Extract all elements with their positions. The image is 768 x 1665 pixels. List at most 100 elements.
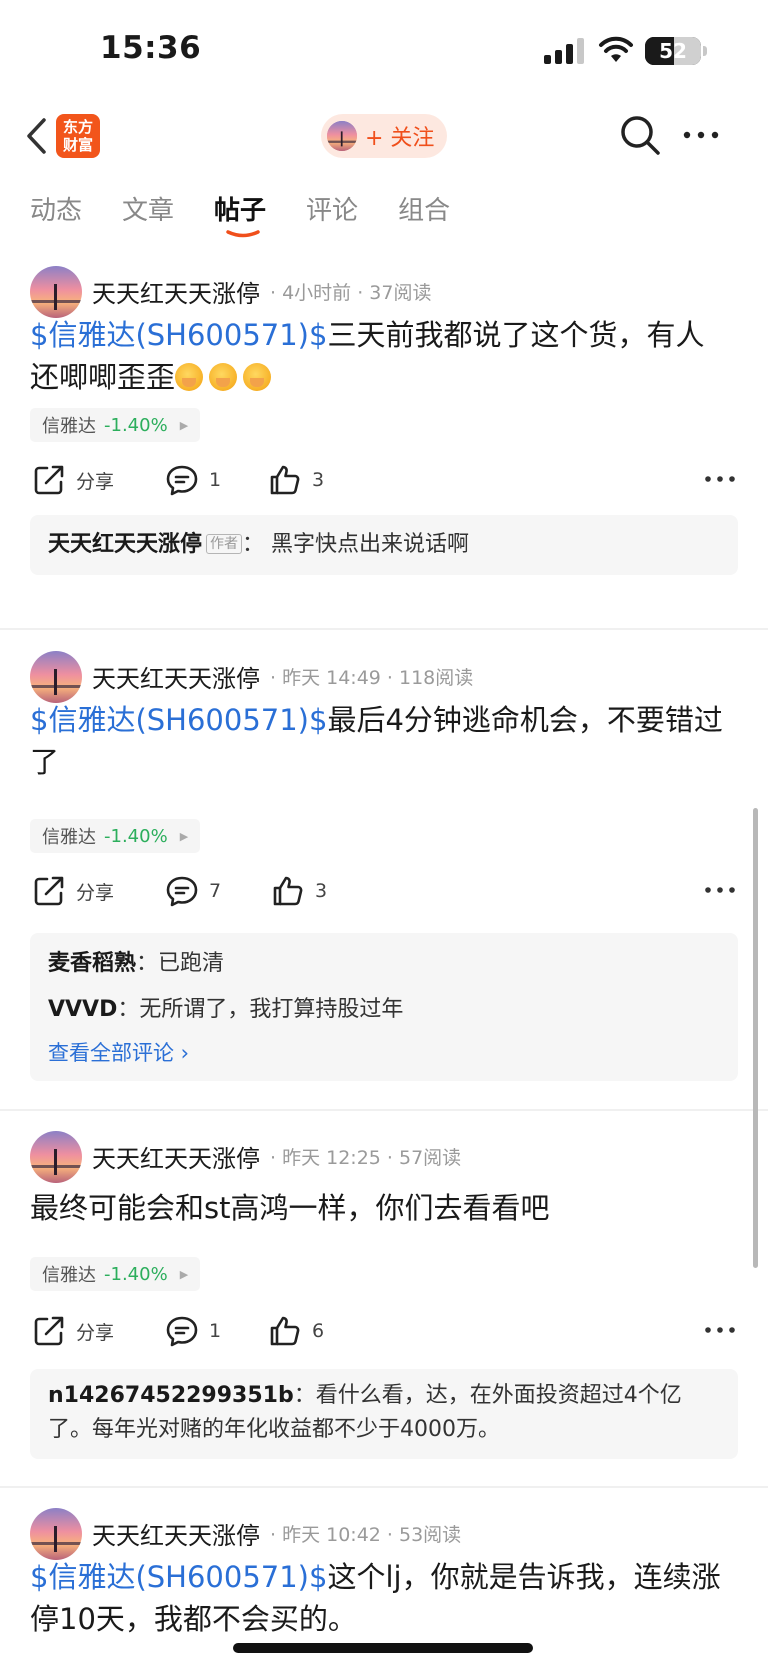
search-icon[interactable] (619, 114, 661, 156)
author-avatar-small (327, 121, 357, 151)
scrollbar[interactable] (753, 808, 758, 1268)
post-meta: · 昨天 14:49 · 118阅读 (270, 666, 474, 689)
divider (0, 1109, 768, 1111)
comment-preview[interactable]: n14267452299351b：看什么看，达，在外面投资超过4个亿了。每年光对… (30, 1369, 738, 1459)
tab-articles[interactable]: 文章 (122, 190, 174, 240)
stock-link[interactable]: $信雅达(SH600571)$ (30, 703, 327, 737)
post-actions: 分享 1 6 (0, 1311, 768, 1351)
stock-link[interactable]: $信雅达(SH600571)$ (30, 318, 327, 352)
post-text[interactable]: $信雅达(SH600571)$三天前我都说了这个货，有人还唧唧歪歪 (30, 314, 730, 398)
profile-tabs: 动态 文章 帖子 评论 组合 (30, 190, 490, 240)
more-options-icon[interactable] (682, 122, 720, 148)
author-line: 天天红天天涨停 · 4小时前 · 37阅读 (92, 274, 432, 309)
share-button[interactable]: 分享 (32, 460, 114, 500)
comment-item: VVVD：无所谓了，我打算持股过年 (48, 987, 720, 1033)
play-arrow-icon: ▶ (179, 829, 189, 843)
like-button[interactable]: 3 (268, 460, 324, 500)
tab-dynamic[interactable]: 动态 (30, 190, 82, 240)
comment-button[interactable]: 1 (165, 1311, 221, 1351)
view-all-comments-link[interactable]: 查看全部评论 › (48, 1033, 720, 1073)
comment-icon (166, 465, 198, 496)
follow-button[interactable]: + 关注 (321, 114, 447, 158)
post-card[interactable]: 天天红天天涨停 · 昨天 14:49 · 118阅读 $信雅达(SH600571… (0, 635, 768, 1105)
wifi-icon (599, 36, 633, 62)
avatar[interactable] (30, 1508, 82, 1560)
post-meta: · 昨天 10:42 · 53阅读 (270, 1523, 462, 1546)
comment-button[interactable]: 1 (165, 460, 221, 500)
battery-icon: 52 (645, 37, 701, 65)
comment-text: ：已跑清 (136, 951, 225, 976)
post-actions: 分享 7 3 (0, 871, 768, 911)
author-line: 天天红天天涨停 · 昨天 12:25 · 57阅读 (92, 1139, 462, 1174)
share-icon (34, 1316, 64, 1346)
divider (0, 1486, 768, 1488)
status-bar: 15:36 52 (0, 0, 768, 100)
play-arrow-icon: ▶ (179, 418, 189, 432)
active-tab-indicator (226, 230, 260, 238)
comment-item: n14267452299351b：看什么看，达，在外面投资超过4个亿了。每年光对… (48, 1379, 720, 1447)
share-button[interactable]: 分享 (32, 1311, 114, 1351)
avatar[interactable] (30, 651, 82, 703)
emoji-icon (209, 363, 238, 391)
post-card[interactable]: 天天红天天涨停 · 4小时前 · 37阅读 $信雅达(SH600571)$三天前… (0, 250, 768, 620)
comment-button[interactable]: 7 (165, 871, 221, 911)
comment-text: ： 黑字快点出来说话啊 (242, 532, 470, 557)
home-indicator[interactable] (233, 1643, 533, 1653)
comment-item: 天天红天天涨停 作者： 黑字快点出来说话啊 (48, 523, 720, 567)
back-arrow-icon[interactable] (24, 116, 48, 156)
comment-item: 麦香稻熟：已跑清 (48, 941, 720, 987)
author-name[interactable]: 天天红天天涨停 (92, 659, 260, 694)
author-name[interactable]: 天天红天天涨停 (92, 274, 260, 309)
post-actions: 分享 1 3 (0, 460, 768, 500)
post-more-icon[interactable] (704, 879, 736, 901)
post-text[interactable]: $信雅达(SH600571)$这个lj，你就是告诉我，连续涨停10天，我都不会买… (30, 1556, 730, 1640)
tab-portfolio[interactable]: 组合 (398, 190, 450, 240)
post-text[interactable]: $信雅达(SH600571)$最后4分钟逃命机会，不要错过了 (30, 699, 730, 783)
follow-label: + 关注 (365, 126, 435, 151)
comment-text: ：无所谓了，我打算持股过年 (117, 997, 404, 1022)
stock-tag[interactable]: 信雅达 -1.40% ▶ (30, 408, 201, 442)
share-icon (34, 876, 64, 906)
comment-author[interactable]: VVVD (48, 997, 117, 1022)
status-time: 15:36 (100, 30, 202, 66)
tab-comments[interactable]: 评论 (306, 190, 358, 240)
post-more-icon[interactable] (704, 468, 736, 490)
comment-icon (166, 876, 198, 907)
stock-tag[interactable]: 信雅达 -1.40% ▶ (30, 1257, 201, 1291)
comment-author[interactable]: 天天红天天涨停 (48, 532, 202, 557)
thumbs-up-icon (273, 876, 303, 906)
stock-link[interactable]: $信雅达(SH600571)$ (30, 1560, 327, 1594)
share-button[interactable]: 分享 (32, 871, 114, 911)
avatar[interactable] (30, 1131, 82, 1183)
post-card[interactable]: 天天红天天涨停 · 昨天 12:25 · 57阅读 最终可能会和st高鸿一样，你… (0, 1115, 768, 1485)
comment-icon (166, 1316, 198, 1347)
post-more-icon[interactable] (704, 1319, 736, 1341)
battery-tip (703, 46, 707, 56)
app-logo[interactable]: 东方 财富 (56, 114, 100, 158)
like-button[interactable]: 6 (268, 1311, 324, 1351)
cellular-signal-icon (544, 38, 584, 64)
comment-author[interactable]: n14267452299351b (48, 1383, 294, 1408)
thumbs-up-icon (270, 1316, 300, 1346)
avatar[interactable] (30, 266, 82, 318)
post-meta: · 昨天 12:25 · 57阅读 (270, 1146, 462, 1169)
battery-level: 52 (659, 39, 687, 63)
author-line: 天天红天天涨停 · 昨天 10:42 · 53阅读 (92, 1516, 462, 1551)
emoji-icon (243, 363, 272, 391)
comment-preview[interactable]: 天天红天天涨停 作者： 黑字快点出来说话啊 (30, 515, 738, 575)
post-meta: · 4小时前 · 37阅读 (270, 281, 432, 304)
author-name[interactable]: 天天红天天涨停 (92, 1139, 260, 1174)
stock-tag[interactable]: 信雅达 -1.40% ▶ (30, 819, 201, 853)
post-text[interactable]: 最终可能会和st高鸿一样，你们去看看吧 (30, 1187, 730, 1229)
author-badge: 作者 (206, 534, 243, 554)
post-card[interactable]: 天天红天天涨停 · 昨天 10:42 · 53阅读 $信雅达(SH600571)… (0, 1492, 768, 1665)
comment-preview[interactable]: 麦香稻熟：已跑清 VVVD：无所谓了，我打算持股过年 查看全部评论 › (30, 933, 738, 1081)
comment-author[interactable]: 麦香稻熟 (48, 951, 136, 976)
play-arrow-icon: ▶ (179, 1267, 189, 1281)
emoji-icon (175, 363, 204, 391)
author-line: 天天红天天涨停 · 昨天 14:49 · 118阅读 (92, 659, 474, 694)
tab-posts[interactable]: 帖子 (214, 190, 266, 240)
divider (0, 628, 768, 630)
author-name[interactable]: 天天红天天涨停 (92, 1516, 260, 1551)
like-button[interactable]: 3 (271, 871, 327, 911)
